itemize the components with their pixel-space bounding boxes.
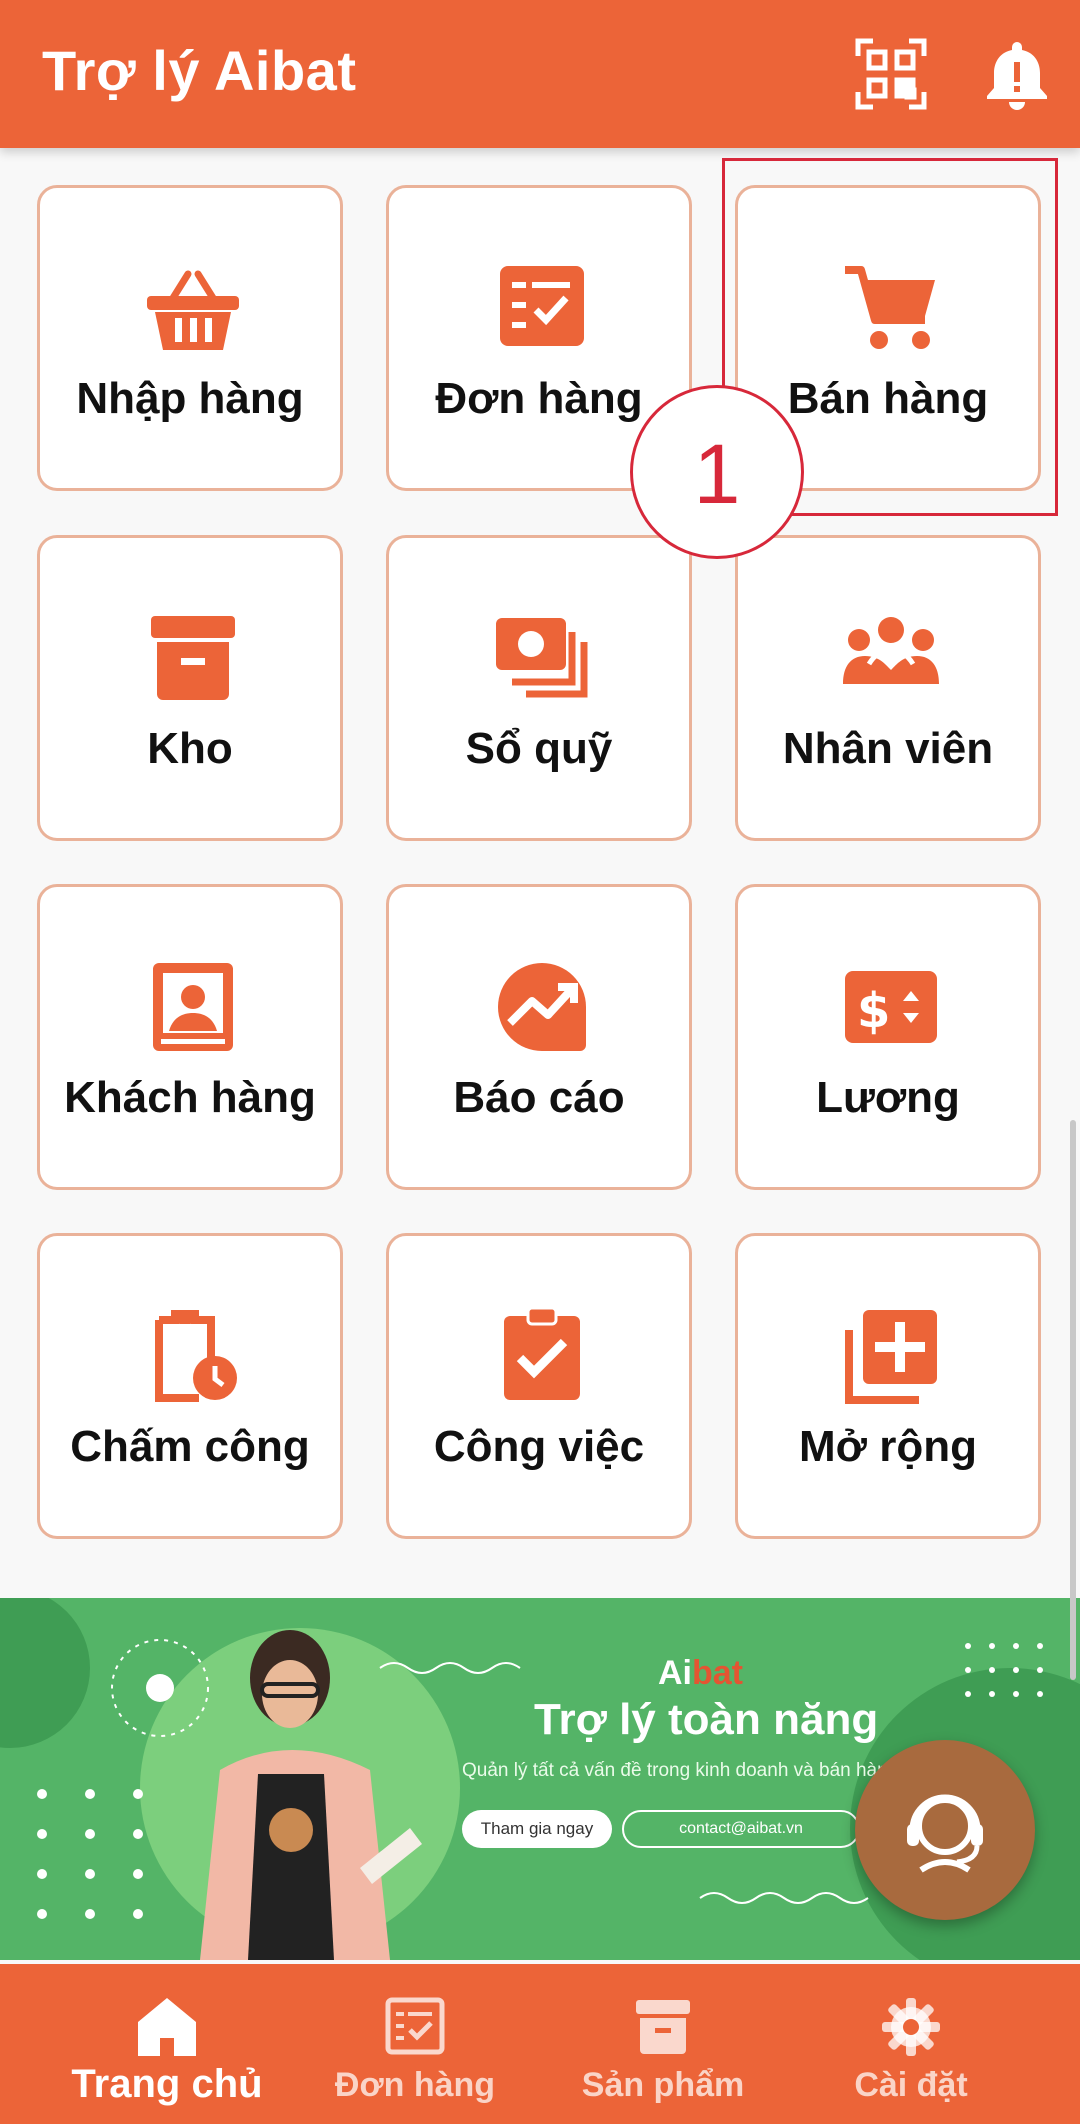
contact-email[interactable]: contact@aibat.vn [622, 1810, 860, 1848]
scrollbar[interactable] [1070, 1120, 1076, 1680]
tile-kho[interactable]: Kho [37, 535, 343, 841]
tile-cong-viec[interactable]: Công việc [386, 1233, 692, 1539]
brand-part-a: Ai [658, 1654, 692, 1692]
clipboard-check-icon [492, 1306, 592, 1406]
nav-label: Đơn hàng [334, 2066, 496, 2104]
tile-label: Khách hàng [64, 1073, 316, 1122]
tile-mo-rong[interactable]: Mở rộng [735, 1233, 1041, 1539]
svg-text:$: $ [857, 983, 890, 1039]
archive-box-icon [630, 1994, 696, 2060]
brand-part-b: bat [692, 1654, 743, 1692]
order-list-icon [492, 258, 592, 358]
tile-luong[interactable]: $ Lương [735, 884, 1041, 1190]
tile-label: Sổ quỹ [465, 724, 613, 773]
tile-nhap-hang[interactable]: Nhập hàng [37, 185, 343, 491]
archive-box-icon [143, 608, 243, 708]
tile-nhan-vien[interactable]: Nhân viên [735, 535, 1041, 841]
clipboard-clock-icon [143, 1306, 243, 1406]
tile-bao-cao[interactable]: Báo cáo [386, 884, 692, 1190]
app-header: Trợ lý Aibat [0, 0, 1080, 148]
nav-settings[interactable]: Cài đặt [786, 1964, 1036, 2124]
tile-khach-hang[interactable]: Khách hàng [37, 884, 343, 1190]
support-button[interactable] [855, 1740, 1035, 1920]
join-now-button[interactable]: Tham gia ngay [462, 1810, 612, 1848]
banner-title: Trợ lý toàn năng [534, 1695, 879, 1744]
tile-label: Lương [816, 1073, 960, 1122]
app-title: Trợ lý Aibat [42, 39, 357, 102]
banner-brand: Aibat [658, 1654, 743, 1693]
tile-label: Báo cáo [453, 1073, 625, 1122]
order-list-icon [382, 1994, 448, 2060]
bottom-nav: Trang chủ Đơn hàng Sản phẩm Cài đặt [0, 1964, 1080, 2124]
tile-label: Nhân viên [782, 724, 994, 773]
group-icon [841, 608, 941, 708]
nav-orders[interactable]: Đơn hàng [290, 1964, 540, 2124]
bell-icon[interactable] [982, 38, 1052, 110]
nav-products[interactable]: Sản phẩm [538, 1964, 788, 2124]
tile-label: Công việc [433, 1422, 645, 1471]
headset-icon [907, 1794, 983, 1873]
tile-label: Nhập hàng [76, 374, 304, 423]
step-marker: 1 [630, 385, 804, 559]
nav-label: Cài đặt [854, 2066, 968, 2104]
step-number: 1 [693, 427, 741, 521]
gear-icon [878, 1994, 944, 2060]
qr-scan-icon[interactable] [855, 38, 927, 110]
nav-label: Trang chủ [71, 2062, 263, 2106]
add-box-icon [841, 1306, 941, 1406]
nav-label: Sản phẩm [581, 2066, 745, 2104]
nav-home[interactable]: Trang chủ [42, 1964, 292, 2124]
contact-card-icon [143, 957, 243, 1057]
basket-icon [143, 258, 243, 358]
home-icon [134, 1994, 200, 2060]
trend-chart-icon [492, 957, 592, 1057]
tile-label: Mở rộng [799, 1422, 977, 1471]
tile-label: Kho [147, 724, 233, 773]
salary-icon: $ [841, 957, 941, 1057]
tile-so-quy[interactable]: Sổ quỹ [386, 535, 692, 841]
cash-icon [492, 608, 592, 708]
tile-cham-cong[interactable]: Chấm công [37, 1233, 343, 1539]
tile-label: Đơn hàng [435, 374, 643, 423]
tile-label: Chấm công [70, 1422, 310, 1471]
